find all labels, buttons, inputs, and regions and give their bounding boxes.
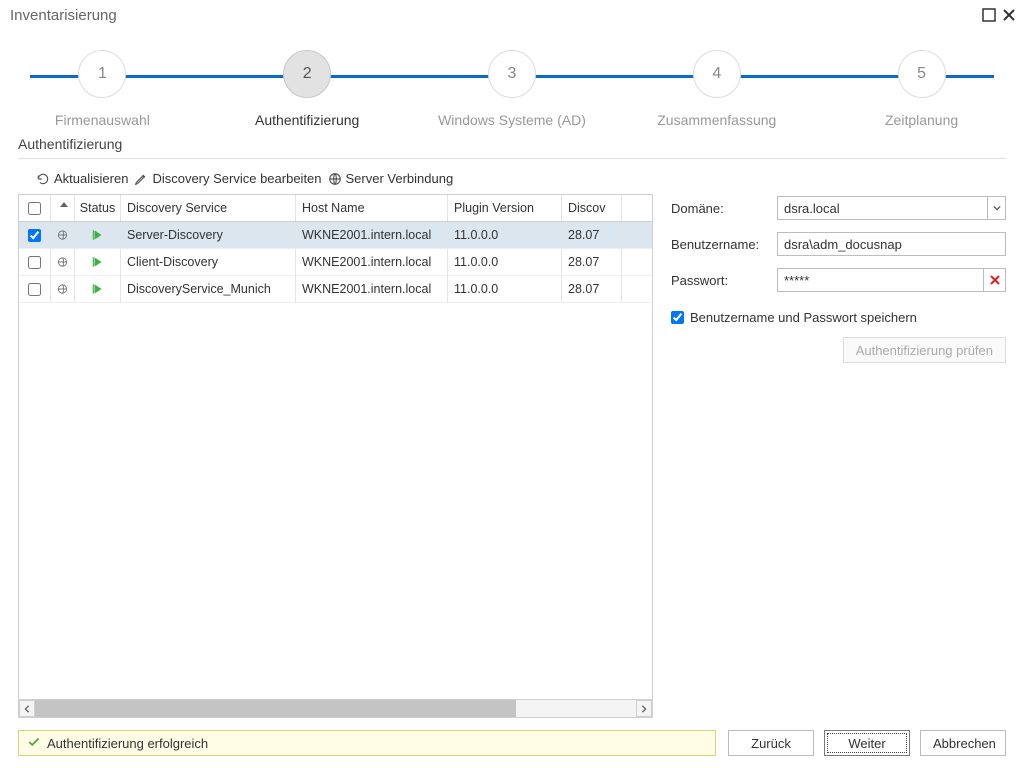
cell-plugin: 11.0.0.0 <box>448 276 562 302</box>
step-3-circle: 3 <box>488 50 536 98</box>
grid-header-status[interactable]: Status <box>75 195 121 221</box>
grid-header-ds[interactable]: Discovery Service <box>121 195 296 221</box>
step-4-label: Zusammenfassung <box>657 112 776 128</box>
row-checkbox[interactable] <box>28 283 41 296</box>
cell-plugin: 11.0.0.0 <box>448 249 562 275</box>
scroll-right-icon[interactable] <box>636 700 652 717</box>
grid-header-checkbox[interactable] <box>19 195 51 221</box>
cell-discov: 28.07 <box>562 249 622 275</box>
step-4[interactable]: 4 Zusammenfassung <box>614 50 819 128</box>
pencil-icon <box>134 172 148 186</box>
globe-icon <box>51 249 75 275</box>
step-2[interactable]: 2 Authentifizierung <box>205 50 410 128</box>
grid-body: Server-Discovery WKNE2001.intern.local 1… <box>19 222 652 699</box>
step-3[interactable]: 3 Windows Systeme (AD) <box>410 50 615 128</box>
scroll-thumb[interactable] <box>35 700 516 717</box>
globe-icon <box>51 276 75 302</box>
password-field[interactable] <box>777 268 984 292</box>
scroll-left-icon[interactable] <box>19 700 35 717</box>
row-checkbox[interactable] <box>28 229 41 242</box>
refresh-button[interactable]: Aktualisieren <box>36 171 128 186</box>
refresh-icon <box>36 172 50 186</box>
back-button[interactable]: Zurück <box>728 730 814 756</box>
cell-ds: DiscoveryService_Munich <box>121 276 296 302</box>
clear-password-button[interactable] <box>984 268 1006 292</box>
grid-header-icon[interactable] <box>51 195 75 221</box>
ds-grid: Status Discovery Service Host Name Plugi… <box>18 194 653 718</box>
footer-buttons: Zurück Weiter Abbrechen <box>728 730 1006 756</box>
play-icon <box>75 222 121 248</box>
globe-icon <box>51 222 75 248</box>
step-4-circle: 4 <box>693 50 741 98</box>
grid-toolbar: Aktualisieren Discovery Service bearbeit… <box>18 165 1006 194</box>
step-2-label: Authentifizierung <box>255 112 359 128</box>
globe-gear-icon <box>328 172 342 186</box>
step-1[interactable]: 1 Firmenauswahl <box>0 50 205 128</box>
user-label: Benutzername: <box>671 237 769 252</box>
titlebar: Inventarisierung <box>0 0 1024 30</box>
scroll-track[interactable] <box>35 700 636 717</box>
step-1-label: Firmenauswahl <box>55 112 150 128</box>
row-checkbox[interactable] <box>28 256 41 269</box>
grid-header-discov[interactable]: Discov <box>562 195 622 221</box>
step-5[interactable]: 5 Zeitplanung <box>819 50 1024 128</box>
next-button[interactable]: Weiter <box>824 730 910 756</box>
edit-ds-button[interactable]: Discovery Service bearbeiten <box>134 171 321 186</box>
play-icon <box>75 276 121 302</box>
table-row[interactable]: Server-Discovery WKNE2001.intern.local 1… <box>19 222 652 249</box>
cell-discov: 28.07 <box>562 222 622 248</box>
maximize-icon[interactable] <box>982 8 996 22</box>
cell-host: WKNE2001.intern.local <box>296 249 448 275</box>
step-5-circle: 5 <box>898 50 946 98</box>
auth-form: Domäne: Benutzername: Passwort: <box>671 194 1006 718</box>
step-3-label: Windows Systeme (AD) <box>438 112 586 128</box>
grid-header-row: Status Discovery Service Host Name Plugi… <box>19 195 652 222</box>
step-1-circle: 1 <box>78 50 126 98</box>
status-bar: Authentifizierung erfolgreich <box>18 730 716 756</box>
refresh-label: Aktualisieren <box>54 171 128 186</box>
cell-ds: Client-Discovery <box>121 249 296 275</box>
step-2-circle: 2 <box>283 50 331 98</box>
cell-plugin: 11.0.0.0 <box>448 222 562 248</box>
cancel-button[interactable]: Abbrechen <box>920 730 1006 756</box>
section-title: Authentifizierung <box>18 130 1006 159</box>
grid-header-plugin[interactable]: Plugin Version <box>448 195 562 221</box>
step-5-label: Zeitplanung <box>885 112 958 128</box>
cell-host: WKNE2001.intern.local <box>296 276 448 302</box>
edit-ds-label: Discovery Service bearbeiten <box>152 171 321 186</box>
cell-ds: Server-Discovery <box>121 222 296 248</box>
play-icon <box>75 249 121 275</box>
grid-h-scrollbar[interactable] <box>19 699 652 717</box>
status-message: Authentifizierung erfolgreich <box>47 736 208 751</box>
table-row[interactable]: Client-Discovery WKNE2001.intern.local 1… <box>19 249 652 276</box>
server-conn-label: Server Verbindung <box>346 171 454 186</box>
auth-check-button[interactable]: Authentifizierung prüfen <box>843 337 1006 363</box>
cell-discov: 28.07 <box>562 276 622 302</box>
server-conn-button[interactable]: Server Verbindung <box>328 171 454 186</box>
table-row[interactable]: DiscoveryService_Munich WKNE2001.intern.… <box>19 276 652 303</box>
grid-header-host[interactable]: Host Name <box>296 195 448 221</box>
check-icon <box>27 735 41 752</box>
save-creds-label: Benutzername und Passwort speichern <box>690 310 917 325</box>
pass-label: Passwort: <box>671 273 769 288</box>
save-creds-checkbox[interactable] <box>671 311 684 324</box>
user-field[interactable] <box>777 232 1006 256</box>
window-title: Inventarisierung <box>10 7 976 24</box>
domain-field[interactable] <box>777 196 988 220</box>
wizard-stepper: 1 Firmenauswahl 2 Authentifizierung 3 Wi… <box>0 30 1024 130</box>
domain-label: Domäne: <box>671 201 769 216</box>
cell-host: WKNE2001.intern.local <box>296 222 448 248</box>
domain-dropdown-button[interactable] <box>988 196 1006 220</box>
close-icon[interactable] <box>1002 8 1016 22</box>
select-all-checkbox[interactable] <box>28 202 41 215</box>
